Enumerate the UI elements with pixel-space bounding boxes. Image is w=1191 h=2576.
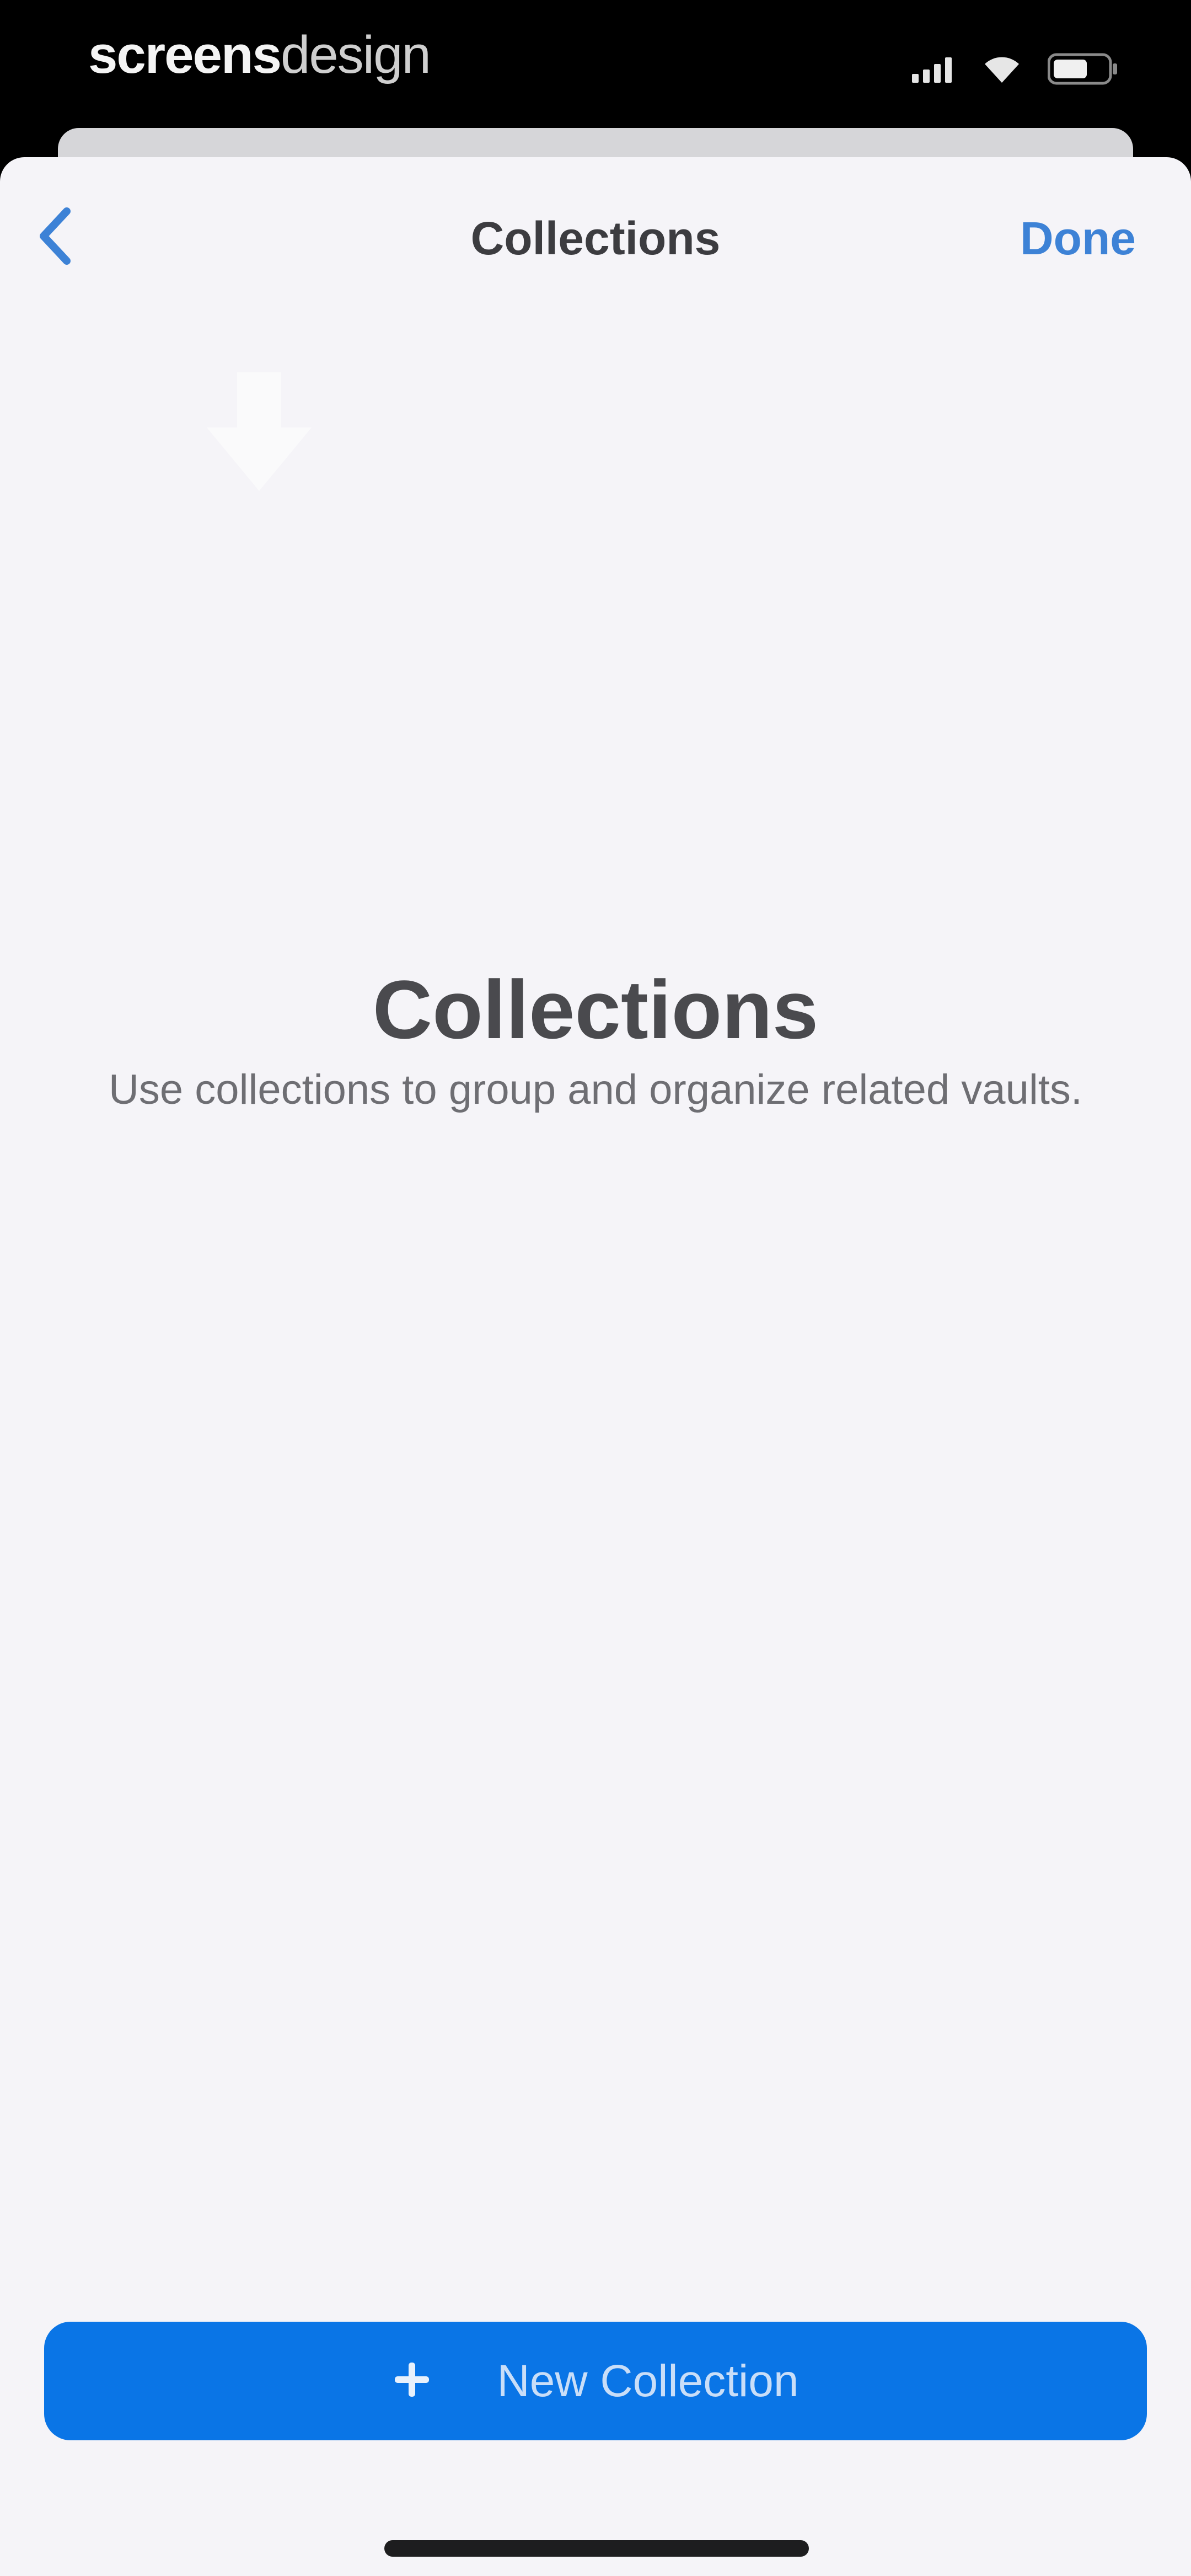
status-icons [912,51,1119,89]
home-indicator[interactable] [384,2540,809,2557]
empty-state: Collections Use collections to group and… [0,960,1191,1118]
battery-icon [1047,52,1119,88]
empty-state-subtitle: Use collections to group and organize re… [109,1066,1082,1113]
decorative-shape [198,367,320,499]
status-bar: screensdesign [0,0,1191,127]
plus-icon [393,2354,431,2409]
navigation-bar: Collections Done [0,157,1191,312]
empty-state-title: Collections [372,963,819,1056]
new-collection-label: New Collection [497,2355,799,2406]
collections-sheet: Collections Done Collections Use collect… [0,157,1191,2576]
done-button[interactable]: Done [1020,208,1136,269]
new-collection-button[interactable]: New Collection [44,2322,1147,2440]
watermark: screensdesign [88,22,431,88]
wifi-icon [983,54,1021,87]
watermark-part2: design [280,25,431,84]
watermark-part1: screens [88,25,282,84]
nav-title: Collections [470,212,721,264]
signal-icon [912,55,956,85]
